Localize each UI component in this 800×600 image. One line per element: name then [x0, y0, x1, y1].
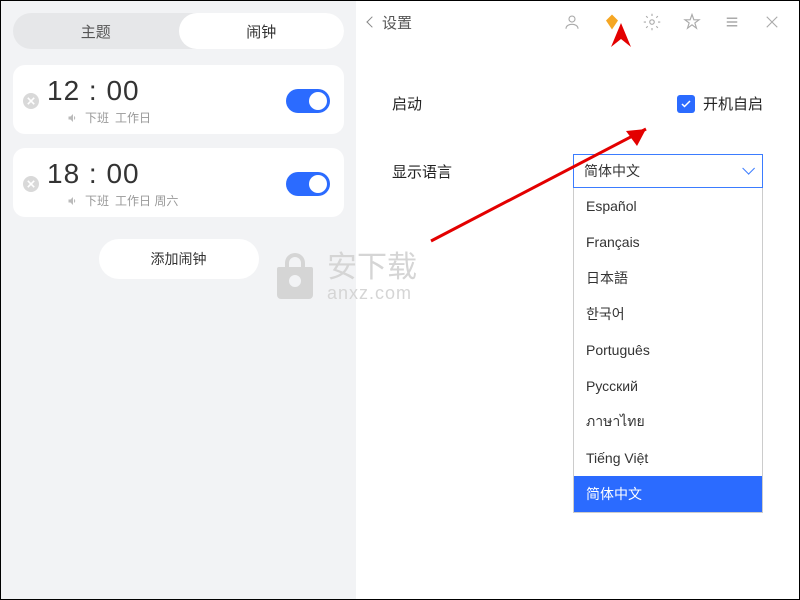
language-option[interactable]: 日本語: [574, 260, 762, 296]
alarm-days: 工作日 周六: [115, 192, 178, 209]
settings-title: 设置: [382, 12, 412, 33]
alarm-toggle[interactable]: [286, 172, 330, 196]
menu-icon[interactable]: [723, 13, 741, 31]
alarm-card-1[interactable]: 18 : 00 下班 工作日 周六: [13, 148, 344, 217]
language-option[interactable]: 한국어: [574, 296, 762, 332]
startup-checkbox-label: 开机自启: [703, 93, 763, 114]
top-icons: [563, 13, 787, 31]
language-option[interactable]: Русский: [574, 368, 762, 404]
star-icon[interactable]: [683, 13, 701, 31]
alarm-label: 下班: [85, 192, 109, 209]
chevron-down-icon: [742, 166, 752, 176]
add-alarm-button[interactable]: 添加闹钟: [99, 239, 259, 279]
row-startup: 启动 开机自启: [392, 93, 763, 114]
sound-icon: [67, 112, 79, 124]
top-bar: 设置: [356, 1, 799, 43]
alarm-days: 工作日: [115, 109, 151, 126]
language-option[interactable]: Tiếng Việt: [574, 440, 762, 476]
language-option[interactable]: Français: [574, 224, 762, 260]
right-panel: 设置 启动: [356, 1, 799, 599]
alarm-subtitle: 下班 工作日 周六: [47, 192, 286, 209]
tab-alarm[interactable]: 闹钟: [179, 13, 345, 49]
gear-icon[interactable]: [643, 13, 661, 31]
language-label: 显示语言: [392, 161, 532, 182]
close-icon[interactable]: [763, 13, 781, 31]
language-option[interactable]: Português: [574, 332, 762, 368]
language-select[interactable]: 简体中文: [573, 154, 763, 188]
row-language: 显示语言 简体中文 Español Français 日本語 한국어 Portu…: [392, 154, 763, 188]
alarm-time: 18 : 00: [47, 158, 286, 190]
left-panel: 主题 闹钟 12 : 00 下班 工作日 18 : 00 下班 工作日 周六: [1, 1, 356, 599]
language-option[interactable]: 简体中文: [574, 476, 762, 512]
language-option[interactable]: Español: [574, 188, 762, 224]
alarm-card-0[interactable]: 12 : 00 下班 工作日: [13, 65, 344, 134]
settings-body: 启动 开机自启 显示语言 简体中文 Español Français 日本語: [356, 43, 799, 188]
alarm-toggle[interactable]: [286, 89, 330, 113]
alarm-subtitle: 下班 工作日: [47, 109, 286, 126]
alarm-label: 下班: [85, 109, 109, 126]
alarm-content: 12 : 00 下班 工作日: [47, 75, 286, 126]
language-dropdown: Español Français 日本語 한국어 Português Русск…: [573, 188, 763, 513]
tabs: 主题 闹钟: [13, 13, 344, 49]
back-button[interactable]: 设置: [368, 12, 412, 33]
language-option[interactable]: ภาษาไทย: [574, 404, 762, 440]
startup-right: 开机自启: [677, 93, 763, 114]
sound-icon: [67, 195, 79, 207]
chevron-left-icon: [366, 16, 377, 27]
alarm-time: 12 : 00: [47, 75, 286, 107]
tab-theme[interactable]: 主题: [13, 13, 179, 49]
language-select-wrap: 简体中文 Español Français 日本語 한국어 Português …: [573, 154, 763, 188]
startup-label: 启动: [392, 93, 532, 114]
delete-alarm-icon[interactable]: [23, 93, 39, 109]
alarm-content: 18 : 00 下班 工作日 周六: [47, 158, 286, 209]
startup-checkbox[interactable]: [677, 95, 695, 113]
delete-alarm-icon[interactable]: [23, 176, 39, 192]
diamond-icon[interactable]: [603, 13, 621, 31]
language-selected: 简体中文: [584, 161, 640, 181]
account-icon[interactable]: [563, 13, 581, 31]
